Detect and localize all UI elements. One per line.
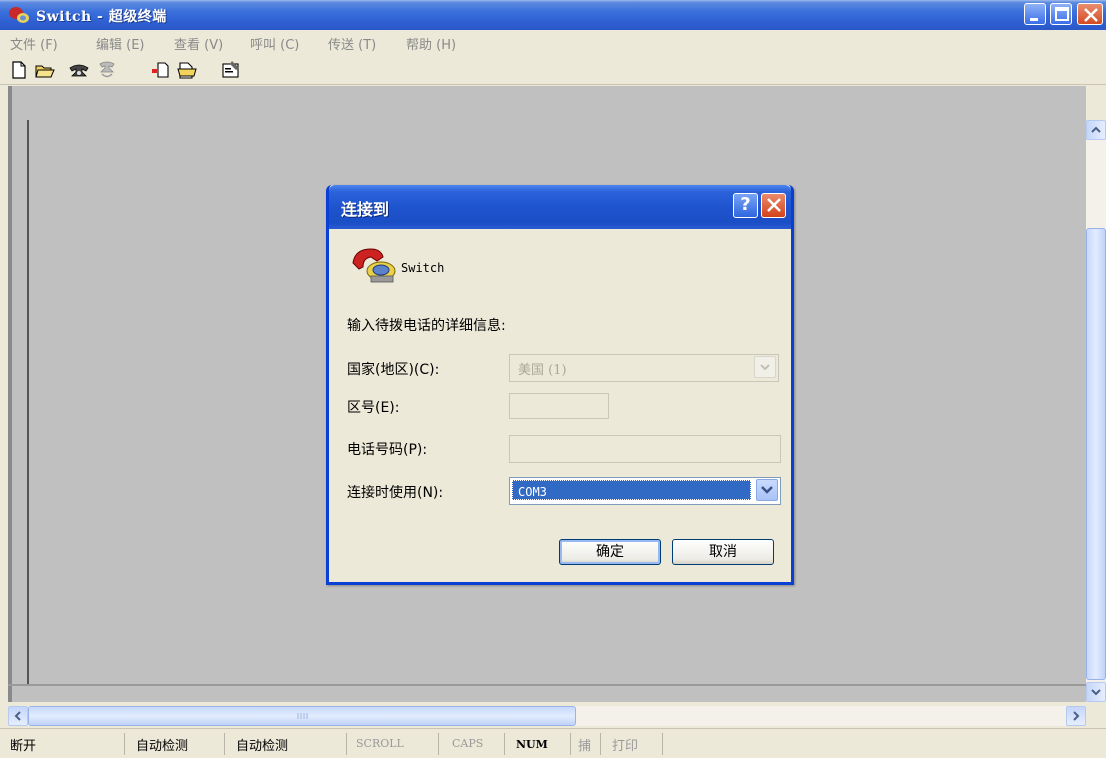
dialog-title: 连接到 — [341, 200, 390, 219]
status-divider — [224, 733, 225, 755]
status-divider — [438, 733, 439, 755]
status-divider — [124, 733, 125, 755]
close-icon — [1084, 8, 1098, 22]
chevron-up-icon — [1091, 126, 1101, 133]
disconnect-icon[interactable] — [96, 59, 118, 81]
scroll-right-button[interactable] — [1066, 706, 1086, 726]
chevron-down-icon — [761, 486, 773, 494]
minimize-icon — [1030, 18, 1038, 21]
menu-call[interactable]: 呼叫 (C) — [250, 34, 299, 53]
terminal-margin-line — [27, 120, 29, 685]
menu-file[interactable]: 文件 (F) — [10, 34, 58, 53]
terminal-bottom-line — [8, 684, 1086, 686]
help-button[interactable]: ? — [733, 193, 758, 218]
country-label: 国家(地区)(C): — [347, 362, 440, 378]
terminal-area-top — [8, 86, 1086, 120]
phone-number-input — [509, 435, 781, 463]
scroll-down-button[interactable] — [1086, 682, 1106, 702]
send-icon[interactable] — [150, 59, 172, 81]
open-icon[interactable] — [34, 59, 56, 81]
connect-using-dropdown-button[interactable] — [756, 479, 778, 501]
status-scroll: SCROLL — [356, 737, 404, 750]
status-capture: 捕 — [578, 739, 592, 754]
properties-icon[interactable] — [220, 59, 242, 81]
chevron-right-icon — [1073, 711, 1080, 721]
status-connection: 断开 — [10, 739, 37, 754]
menu-help[interactable]: 帮助 (H) — [406, 34, 456, 53]
connect-using-select[interactable]: COM3 — [509, 477, 781, 505]
menu-transfer[interactable]: 传送 (T) — [328, 34, 376, 53]
chevron-down-icon — [1091, 689, 1101, 696]
connection-name: Switch — [401, 261, 445, 275]
close-button[interactable] — [1077, 3, 1103, 25]
status-divider — [570, 733, 571, 755]
ok-button[interactable]: 确定 — [559, 539, 661, 565]
terminal-left-edge — [8, 86, 12, 702]
minimize-button[interactable] — [1024, 3, 1046, 25]
dialog-prompt: 输入待拨电话的详细信息: — [347, 318, 506, 334]
connect-using-label: 连接时使用(N): — [347, 485, 444, 501]
close-icon — [767, 198, 781, 212]
phone-number-label: 电话号码(P): — [347, 442, 428, 458]
call-icon[interactable] — [68, 59, 90, 81]
dialog-titlebar[interactable]: 连接到 ? — [329, 185, 791, 229]
connect-using-selection: COM3 — [512, 480, 751, 500]
maximize-button[interactable] — [1050, 3, 1072, 25]
connect-to-dialog: 连接到 ? Switch 输入待拨电话的详细信息: 国家(地区)(C): 美国 … — [326, 185, 794, 585]
country-select: 美国 (1) — [509, 354, 779, 382]
phone-connection-icon — [352, 248, 396, 283]
chevron-left-icon — [14, 711, 21, 721]
status-auto-detect-1: 自动检测 — [136, 739, 189, 754]
receive-icon[interactable] — [176, 59, 198, 81]
hyperterminal-app-icon — [9, 7, 29, 23]
dialog-close-button[interactable] — [761, 193, 786, 218]
window-titlebar[interactable]: Switch - 超级终端 — [0, 0, 1106, 30]
chevron-down-icon — [760, 364, 770, 371]
status-caps: CAPS — [452, 737, 484, 750]
menu-view[interactable]: 查看 (V) — [174, 34, 223, 53]
status-auto-detect-2: 自动检测 — [236, 739, 289, 754]
country-value: 美国 (1) — [518, 363, 567, 378]
window-title: Switch - 超级终端 — [36, 9, 167, 25]
status-print: 打印 — [612, 739, 639, 754]
new-icon[interactable] — [8, 59, 30, 81]
status-divider — [346, 733, 347, 755]
status-num: NUM — [516, 738, 548, 751]
vertical-scroll-thumb[interactable] — [1086, 228, 1106, 680]
maximize-icon — [1055, 7, 1069, 21]
scroll-grip-icon — [297, 713, 308, 719]
status-bar: 断开 自动检测 自动检测 SCROLL CAPS NUM 捕 打印 — [0, 728, 1106, 758]
status-divider — [600, 733, 601, 755]
connect-using-value: COM3 — [518, 485, 547, 499]
menu-edit[interactable]: 编辑 (E) — [96, 34, 145, 53]
scroll-left-button[interactable] — [8, 706, 28, 726]
cancel-button[interactable]: 取消 — [672, 539, 774, 565]
help-icon: ? — [740, 194, 751, 215]
menu-bar: 文件 (F) 编辑 (E) 查看 (V) 呼叫 (C) 传送 (T) 帮助 (H… — [0, 30, 1106, 54]
status-divider — [662, 733, 663, 755]
area-code-input — [509, 393, 609, 419]
country-dropdown-button — [754, 356, 776, 378]
area-code-label: 区号(E): — [347, 400, 400, 416]
status-divider — [504, 733, 505, 755]
scroll-up-button[interactable] — [1086, 120, 1106, 140]
toolbar — [0, 55, 1106, 85]
